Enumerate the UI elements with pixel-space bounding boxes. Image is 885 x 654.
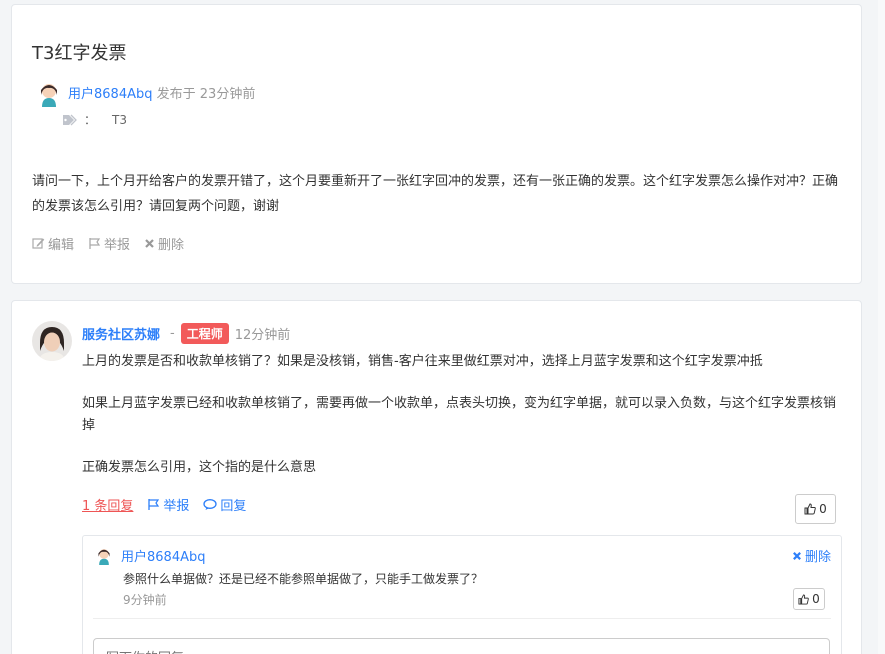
flag-icon — [89, 238, 101, 249]
delete-button[interactable]: 删除 — [144, 234, 184, 253]
reply-author-link[interactable]: 用户8684Abq — [121, 546, 205, 565]
published-prefix: 发布于 — [156, 87, 196, 102]
tag-colon: ： — [84, 113, 97, 127]
reply-input[interactable] — [93, 638, 830, 654]
answerer-name-link[interactable]: 服务社区苏娜 — [82, 324, 160, 343]
report-button[interactable]: 举报 — [88, 234, 130, 253]
question-actions: 编辑 举报 删除 — [32, 234, 184, 253]
question-meta: 用户8684Abq 发布于 23分钟前 — [68, 83, 255, 102]
reply-delete-button[interactable]: 删除 — [792, 546, 831, 565]
answer-like-button[interactable]: 0 — [795, 494, 836, 524]
flag-icon — [148, 499, 160, 510]
answer-actions: 1 条回复 举报 回复 — [82, 495, 246, 514]
answerer-avatar-icon — [32, 321, 72, 361]
tag-line: ： T3 — [62, 111, 127, 128]
close-icon — [793, 551, 801, 560]
page-scroll-strip — [878, 0, 885, 654]
engineer-badge: 工程师 — [180, 323, 229, 344]
question-card: T3红字发票 用户8684Abq 发布于 23分钟前 ： T3 请问一下，上个月… — [11, 4, 862, 284]
answer-paragraph: 上月的发票是否和收款单核销了？如果是没核销，销售-客户往来里做红票对冲，选择上月… — [82, 354, 763, 369]
reply-divider — [93, 618, 831, 619]
answer-card: 服务社区苏娜 - 工程师 12分钟前 上月的发票是否和收款单核销了？如果是没核销… — [11, 300, 862, 654]
thumbs-up-icon — [804, 503, 816, 515]
edit-button[interactable]: 编辑 — [32, 234, 74, 253]
reply-text: 参照什么单据做？还是已经不能参照单据做了，只能手工做发票了？ — [123, 572, 484, 586]
answer-report-button[interactable]: 举报 — [147, 495, 189, 514]
question-body: 请问一下，上个月开给客户的发票开错了，这个月要重新开了一张红字回冲的发票，还有一… — [32, 174, 839, 214]
answer-time: 12分钟前 — [234, 328, 291, 343]
reply-like-button[interactable]: 0 — [793, 588, 825, 610]
edit-label: 编辑 — [48, 238, 75, 253]
answer-reply-label: 回复 — [220, 499, 247, 514]
answer-header: 服务社区苏娜 - 工程师 12分钟前 — [82, 323, 290, 344]
answer-like-count: 0 — [819, 502, 827, 516]
tag-icon — [63, 114, 77, 125]
author-avatar-icon[interactable] — [36, 81, 62, 107]
reply-header: 用户8684Abq — [95, 546, 205, 565]
answer-body: 上月的发票是否和收款单核销了？如果是没核销，销售-客户往来里做红票对冲，选择上月… — [82, 351, 842, 499]
thumbs-up-icon — [798, 593, 809, 605]
reply-author-avatar-icon[interactable] — [95, 547, 113, 565]
answer-reply-button[interactable]: 回复 — [203, 495, 246, 514]
edit-icon — [32, 238, 45, 249]
close-icon — [145, 239, 154, 248]
question-title: T3红字发票 — [32, 43, 127, 64]
answerer-avatar[interactable] — [32, 321, 72, 361]
published-time: 23分钟前 — [199, 87, 256, 102]
delete-label: 删除 — [158, 238, 185, 253]
answer-report-label: 举报 — [163, 499, 190, 514]
report-label: 举报 — [104, 238, 131, 253]
answer-paragraph: 如果上月蓝字发票已经和收款单核销了，需要再做一个收款单，点表头切换，变为红字单据… — [82, 396, 837, 433]
reply-delete-label: 删除 — [804, 550, 831, 565]
reply-like-count: 0 — [812, 592, 820, 606]
reply-thread: 用户8684Abq 删除 参照什么单据做？还是已经不能参照单据做了，只能手工做发… — [82, 535, 842, 654]
answer-paragraph: 正确发票怎么引用，这个指的是什么意思 — [82, 460, 317, 475]
reply-time: 9分钟前 — [123, 593, 167, 607]
replies-count-link[interactable]: 1 条回复 — [82, 495, 133, 514]
question-author-link[interactable]: 用户8684Abq — [68, 87, 152, 102]
comment-icon — [203, 499, 218, 510]
answer-separator: - — [170, 326, 175, 341]
tag-t3[interactable]: T3 — [112, 113, 127, 127]
